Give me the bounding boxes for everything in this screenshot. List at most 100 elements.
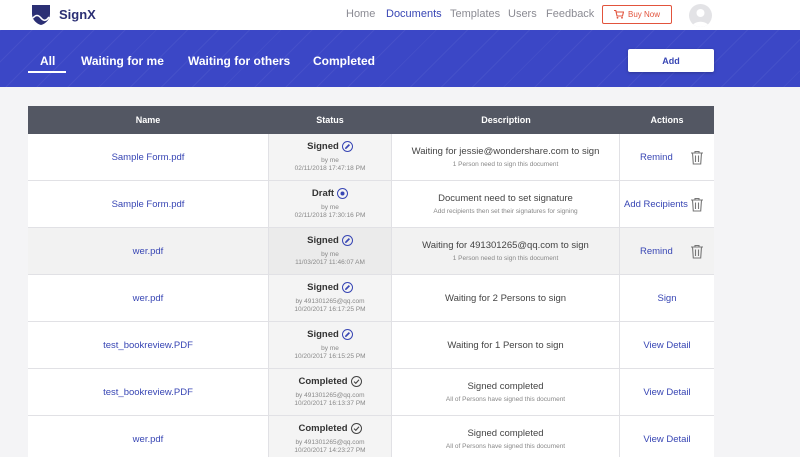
tab-completed[interactable]: Completed bbox=[313, 54, 375, 68]
description-text: Document need to set signature bbox=[438, 193, 573, 204]
action-link[interactable]: Sign bbox=[657, 293, 676, 304]
buy-now-button[interactable]: Buy Now bbox=[602, 5, 672, 24]
description-cell: Waiting for 1 Person to sign bbox=[392, 322, 620, 368]
name-cell: wer.pdf bbox=[28, 275, 268, 321]
status-date: 10/20/2017 16:15:25 PM bbox=[294, 353, 366, 360]
actions-cell: View Detail bbox=[620, 416, 714, 457]
status-label: Signed bbox=[307, 141, 339, 152]
documents-table: Name Status Description Actions Sample F… bbox=[28, 106, 714, 457]
add-button[interactable]: Add bbox=[628, 49, 714, 72]
status-line: Completed bbox=[298, 423, 362, 434]
description-subtext: 1 Person need to sign this document bbox=[452, 255, 559, 262]
header-description: Description bbox=[481, 115, 531, 125]
status-label: Completed bbox=[298, 376, 348, 387]
action-link[interactable]: Add Recipients bbox=[624, 199, 688, 210]
trash-icon[interactable] bbox=[690, 197, 704, 212]
document-link[interactable]: Sample Form.pdf bbox=[112, 199, 185, 210]
table-row: Sample Form.pdf Signed by me 02/11/2018 17:… bbox=[28, 134, 714, 181]
status-date: 02/11/2018 17:30:16 PM bbox=[294, 212, 366, 219]
table-row: wer.pdf Completed by 491301265@qq.com 10/20… bbox=[28, 416, 714, 457]
status-date: 10/20/2017 16:17:25 PM bbox=[294, 306, 366, 313]
header-actions: Actions bbox=[650, 115, 684, 125]
action-link[interactable]: View Detail bbox=[643, 434, 690, 445]
description-subtext: All of Persons have signed this document bbox=[445, 443, 566, 450]
status-cell: Signed by me 11/03/2017 11:46:07 AM bbox=[268, 228, 392, 274]
status-cell: Draft by me 02/11/2018 17:30:16 PM bbox=[268, 181, 392, 227]
actions-cell: Sign bbox=[620, 275, 714, 321]
user-icon bbox=[692, 9, 709, 27]
description-text: Waiting for jessie@wondershare.com to si… bbox=[411, 146, 600, 157]
status-label: Draft bbox=[311, 188, 335, 199]
table-row: wer.pdf Signed by me 11/03/2017 11:46:07 AM… bbox=[28, 228, 714, 275]
tab-waiting-for-me[interactable]: Waiting for me bbox=[81, 54, 164, 68]
table-row: Sample Form.pdf Draft by me 02/11/2018 17:3… bbox=[28, 181, 714, 228]
nav-feedback[interactable]: Feedback bbox=[546, 8, 594, 20]
name-cell: Sample Form.pdf bbox=[28, 181, 268, 227]
nav-templates[interactable]: Templates bbox=[450, 8, 500, 20]
status-line: Signed bbox=[307, 282, 353, 293]
status-line: Draft bbox=[311, 188, 349, 199]
description-cell: Waiting for jessie@wondershare.com to si… bbox=[392, 134, 620, 180]
actions-cell: Add Recipients bbox=[620, 181, 714, 227]
table-header: Name Status Description Actions bbox=[28, 106, 714, 134]
filter-banner: All Waiting for me Waiting for others Co… bbox=[0, 30, 800, 87]
status-label: Signed bbox=[307, 235, 339, 246]
nav-home[interactable]: Home bbox=[346, 8, 375, 20]
signx-logo[interactable] bbox=[30, 3, 52, 27]
status-label: Completed bbox=[298, 423, 348, 434]
status-cell: Signed by 491301265@qq.com 10/20/2017 16:1… bbox=[268, 275, 392, 321]
document-link[interactable]: wer.pdf bbox=[133, 293, 164, 304]
document-link[interactable]: wer.pdf bbox=[133, 434, 164, 445]
signed-by: by me bbox=[321, 157, 339, 164]
status-line: Signed bbox=[307, 141, 353, 152]
target-icon bbox=[337, 188, 349, 199]
signed-by: by 491301265@qq.com bbox=[295, 392, 365, 399]
tab-all[interactable]: All bbox=[40, 54, 55, 68]
table-row: wer.pdf Signed by 491301265@qq.com 10/20/20… bbox=[28, 275, 714, 322]
action-link[interactable]: Remind bbox=[640, 152, 673, 163]
nav-users[interactable]: Users bbox=[508, 8, 537, 20]
description-cell: Signed completed All of Persons have sign… bbox=[392, 416, 620, 457]
tab-waiting-for-others[interactable]: Waiting for others bbox=[188, 54, 290, 68]
actions-cell: Remind bbox=[620, 134, 714, 180]
action-link[interactable]: Remind bbox=[640, 246, 673, 257]
status-label: Signed bbox=[307, 329, 339, 340]
name-cell: test_bookreview.PDF bbox=[28, 322, 268, 368]
header-name: Name bbox=[135, 115, 161, 125]
status-line: Signed bbox=[307, 235, 353, 246]
pen-icon bbox=[341, 235, 353, 246]
name-cell: test_bookreview.PDF bbox=[28, 369, 268, 415]
status-date: 11/03/2017 11:46:07 AM bbox=[295, 259, 365, 266]
avatar[interactable] bbox=[689, 4, 712, 27]
pen-icon bbox=[341, 282, 353, 293]
signed-by: by 491301265@qq.com bbox=[295, 298, 365, 305]
name-cell: wer.pdf bbox=[28, 228, 268, 274]
status-date: 02/11/2018 17:47:18 PM bbox=[294, 165, 366, 172]
actions-cell: View Detail bbox=[620, 322, 714, 368]
nav-documents[interactable]: Documents bbox=[386, 8, 442, 20]
status-cell: Completed by 491301265@qq.com 10/20/2017 1… bbox=[268, 416, 392, 457]
trash-icon[interactable] bbox=[690, 244, 704, 259]
action-link[interactable]: View Detail bbox=[643, 387, 690, 398]
pen-icon bbox=[341, 141, 353, 152]
pen-icon bbox=[341, 329, 353, 340]
description-cell: Waiting for 2 Persons to sign bbox=[392, 275, 620, 321]
active-tab-indicator bbox=[28, 71, 66, 73]
signed-by: by me bbox=[321, 204, 339, 211]
actions-cell: Remind bbox=[620, 228, 714, 274]
document-link[interactable]: wer.pdf bbox=[133, 246, 164, 257]
description-text: Waiting for 2 Persons to sign bbox=[444, 292, 567, 304]
description-text: Waiting for 1 Person to sign bbox=[447, 339, 564, 351]
brand-name: SignX bbox=[59, 7, 96, 22]
status-cell: Signed by me 10/20/2017 16:15:25 PM bbox=[268, 322, 392, 368]
status-cell: Completed by 491301265@qq.com 10/20/2017 1… bbox=[268, 369, 392, 415]
top-navbar: SignX Home Documents Templates Users Fee… bbox=[0, 0, 800, 30]
description-text: Signed completed bbox=[467, 428, 544, 439]
trash-icon[interactable] bbox=[690, 150, 704, 165]
document-link[interactable]: test_bookreview.PDF bbox=[103, 340, 193, 351]
status-label: Signed bbox=[307, 282, 339, 293]
action-link[interactable]: View Detail bbox=[643, 340, 690, 351]
document-link[interactable]: Sample Form.pdf bbox=[112, 152, 185, 163]
document-link[interactable]: test_bookreview.PDF bbox=[103, 387, 193, 398]
description-text: Waiting for 491301265@qq.com to sign bbox=[422, 240, 589, 251]
